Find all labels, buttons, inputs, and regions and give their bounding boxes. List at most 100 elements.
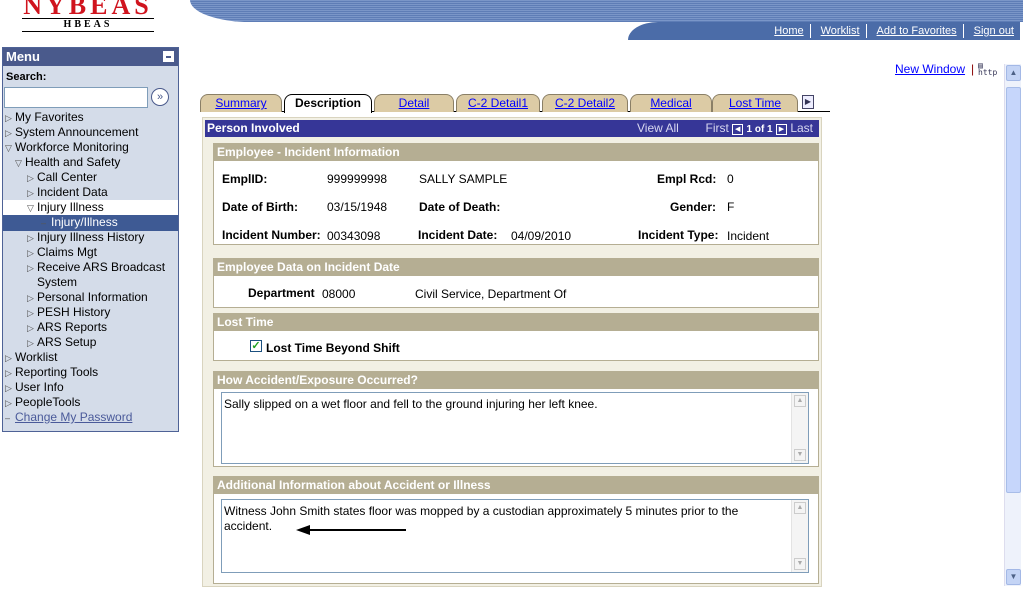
menu-item[interactable]: ▽ Workforce Monitoring xyxy=(5,140,129,156)
menu-item[interactable]: ▷ System Announcement xyxy=(5,125,138,141)
new-window-link[interactable]: New Window xyxy=(895,62,965,76)
nav-home[interactable]: Home xyxy=(764,24,809,38)
menu-item-label: Call Center xyxy=(37,170,98,184)
menu-item[interactable]: ▷ User Info xyxy=(5,380,64,396)
lost-time-section: Lost Time ✓ Lost Time Beyond Shift xyxy=(213,313,819,361)
menu-item-label: Reporting Tools xyxy=(15,365,99,379)
menu-item[interactable]: ▷ PeopleTools xyxy=(5,395,80,411)
menu-item-label: Receive ARS Broadcast xyxy=(37,260,166,274)
menu-item[interactable]: ▷ ARS Setup xyxy=(27,335,96,351)
department-name: Civil Service, Department Of xyxy=(415,287,567,301)
menu-item-label: PeopleTools xyxy=(15,395,81,409)
http-icon[interactable]: ▤ http xyxy=(978,62,997,77)
next-icon[interactable]: ▶ xyxy=(775,124,787,135)
scroll-thumb[interactable] xyxy=(1006,87,1021,493)
first-link[interactable]: First xyxy=(705,121,728,135)
collapsed-icon: ▷ xyxy=(5,368,12,378)
menu-item-label: User Info xyxy=(15,380,64,394)
empl-rcd-value: 0 xyxy=(727,172,734,186)
how-occurred-text: Sally slipped on a wet floor and fell to… xyxy=(224,397,598,411)
empl-rcd-label: Empl Rcd: xyxy=(657,172,717,186)
tab-c-2-detail2[interactable]: C-2 Detail2 xyxy=(542,94,628,112)
collapsed-icon: ▷ xyxy=(27,263,34,273)
next-tab-icon[interactable]: ▶ xyxy=(802,95,814,109)
collapsed-icon: ▷ xyxy=(5,128,12,138)
menu-item[interactable]: ▷ PESH History xyxy=(27,305,110,321)
view-all-link[interactable]: View All xyxy=(637,121,679,135)
menu-item-label: ARS Setup xyxy=(37,335,97,349)
menu-item[interactable]: ▷ Receive ARS Broadcast xyxy=(27,260,165,276)
menu-item[interactable]: ▷ Reporting Tools xyxy=(5,365,98,381)
menu-item-label: Incident Data xyxy=(37,185,108,199)
collapsed-icon: ▷ xyxy=(27,233,34,243)
person-involved-title: Person Involved xyxy=(207,121,300,135)
expanded-icon: ▽ xyxy=(15,158,22,168)
menu-item[interactable]: System xyxy=(27,275,77,290)
collapsed-icon: ▷ xyxy=(5,398,12,408)
top-nav: Home Worklist Add to Favorites Sign out xyxy=(628,22,1020,40)
collapsed-icon: ▷ xyxy=(27,173,34,183)
menu-item-label: Workforce Monitoring xyxy=(15,140,129,154)
incident-date-value: 04/09/2010 xyxy=(511,229,572,243)
section-header: How Accident/Exposure Occurred? xyxy=(214,372,818,389)
menu-item[interactable]: ▷ Call Center xyxy=(27,170,97,186)
incident-type-label: Incident Type: xyxy=(638,228,719,242)
tab-lost-time[interactable]: Lost Time xyxy=(712,94,798,112)
nav-add-favorites[interactable]: Add to Favorites xyxy=(865,24,963,38)
expanded-icon: ▽ xyxy=(5,143,12,153)
additional-info-textarea[interactable]: Witness John Smith states floor was mopp… xyxy=(221,499,809,573)
header-banner xyxy=(190,0,1023,22)
prev-icon[interactable]: ◀ xyxy=(732,124,744,135)
dash-icon: – xyxy=(41,218,47,228)
emplid-label: EmplID: xyxy=(222,172,268,186)
logo-subtitle: HBEAS xyxy=(22,19,154,32)
tab-detail[interactable]: Detail xyxy=(374,94,454,112)
how-occurred-section: How Accident/Exposure Occurred? Sally sl… xyxy=(213,371,819,467)
menu-item[interactable]: ▷ ARS Reports xyxy=(27,320,107,336)
search-label: Search: xyxy=(6,71,47,83)
additional-info-section: Additional Information about Accident or… xyxy=(213,476,819,584)
textarea-scrollbar[interactable]: ▲ ▼ xyxy=(791,500,808,572)
logo: NYBEAS HBEAS xyxy=(22,0,154,32)
collapsed-icon: ▷ xyxy=(5,353,12,363)
incident-number-value: 00343098 xyxy=(327,229,381,243)
minimize-icon[interactable] xyxy=(163,51,174,62)
collapsed-icon: ▷ xyxy=(5,113,12,123)
gender-value: F xyxy=(727,200,735,214)
dob-label: Date of Birth: xyxy=(222,200,298,214)
nav-sign-out[interactable]: Sign out xyxy=(962,24,1020,38)
tab-summary[interactable]: Summary xyxy=(200,94,282,112)
lost-time-checkbox[interactable]: ✓ xyxy=(250,340,262,352)
menu-item[interactable]: ▷ Worklist xyxy=(5,350,57,366)
incident-date-label: Incident Date: xyxy=(418,228,498,242)
collapsed-icon: ▷ xyxy=(27,308,34,318)
menu-item[interactable]: ▽ Health and Safety xyxy=(15,155,120,171)
collapsed-icon: ▷ xyxy=(27,293,34,303)
menu-item-label: Health and Safety xyxy=(25,155,121,169)
menu-item[interactable]: ▷ Personal Information xyxy=(27,290,148,306)
how-occurred-textarea[interactable]: Sally slipped on a wet floor and fell to… xyxy=(221,392,809,464)
menu-item[interactable]: – Change My Password xyxy=(5,410,132,426)
menu-item[interactable]: – Injury/Illness xyxy=(3,215,178,231)
department-label: Department xyxy=(248,286,315,300)
tab-c-2-detail1[interactable]: C-2 Detail1 xyxy=(456,94,540,112)
tab-description[interactable]: Description xyxy=(284,94,372,113)
page-scrollbar[interactable]: ▲ ▼ xyxy=(1004,64,1021,586)
search-go-icon[interactable]: » xyxy=(151,88,169,106)
scroll-down-icon[interactable]: ▼ xyxy=(1006,569,1021,585)
last-link[interactable]: Last xyxy=(790,121,813,135)
menu-item-label: Change My Password xyxy=(15,410,133,424)
search-input[interactable] xyxy=(4,87,148,108)
collapsed-icon: ▷ xyxy=(27,248,34,258)
menu-item[interactable]: ▷ Incident Data xyxy=(27,185,108,201)
menu-item-label: ARS Reports xyxy=(37,320,108,334)
textarea-scrollbar[interactable]: ▲ ▼ xyxy=(791,393,808,463)
menu-item[interactable]: ▷ Claims Mgt xyxy=(27,245,97,261)
menu-item[interactable]: ▽ Injury Illness xyxy=(3,200,178,216)
scroll-up-icon[interactable]: ▲ xyxy=(1006,65,1021,81)
collapsed-icon: ▷ xyxy=(27,323,34,333)
menu-item[interactable]: ▷ Injury Illness History xyxy=(27,230,144,246)
nav-worklist[interactable]: Worklist xyxy=(809,24,866,38)
menu-item[interactable]: ▷ My Favorites xyxy=(5,110,84,126)
tab-medical[interactable]: Medical xyxy=(630,94,712,112)
